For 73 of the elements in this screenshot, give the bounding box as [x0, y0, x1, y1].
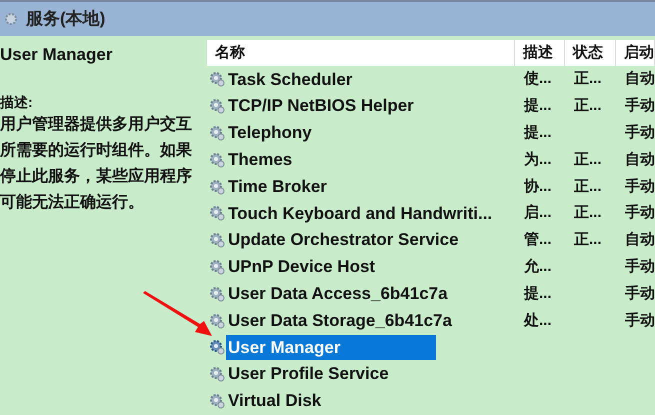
column-header[interactable]: 描述 [515, 40, 566, 66]
service-row[interactable]: User Data Access_6b41c7a 提... 手动 [207, 280, 655, 308]
service-name-cell-text: Virtual Disk [227, 390, 322, 412]
service-name-cell-text: Touch Keyboard and Handwriti... [227, 202, 492, 225]
description-cell: 处... [524, 312, 552, 329]
gear-icon [4, 12, 18, 26]
service-row[interactable]: User Manager [207, 334, 655, 361]
status-cell: 正... [574, 70, 602, 88]
gear-icon [209, 258, 225, 275]
column-header[interactable]: 状态 [565, 40, 616, 66]
service-name-cell-text: Update Orchestrator Service [227, 229, 459, 252]
gear-icon [209, 152, 225, 168]
startup-cell: 自动 [625, 150, 655, 168]
service-name-cell: User Manager [226, 334, 436, 360]
description-cell: 管... [524, 231, 552, 248]
service-row[interactable]: User Profile Service [207, 360, 655, 388]
gear-icon [209, 98, 225, 114]
startup-cell: 自动 [625, 70, 655, 88]
service-name-cell-text: User Profile Service [227, 363, 389, 386]
description-label: 描述: [0, 93, 34, 112]
gear-icon [209, 124, 225, 141]
startup-cell: 手动 [625, 284, 655, 302]
startup-cell: 手动 [625, 178, 655, 195]
service-name-cell-text: User Data Access_6b41c7a [227, 283, 448, 306]
description-cell: 提... [524, 284, 552, 302]
service-row[interactable]: User Data Storage_6b41c7a 处... 手动 [207, 307, 655, 334]
service-name-cell-text: TCP/IP NetBIOS Helper [227, 95, 414, 118]
gear-icon [209, 286, 225, 302]
service-row[interactable]: Update Orchestrator Service 管... 正... 自动 [207, 226, 655, 254]
startup-cell: 手动 [625, 97, 655, 114]
startup-cell: 手动 [625, 124, 655, 141]
gear-icon [209, 312, 225, 329]
description-cell: 为... [524, 150, 552, 168]
service-name-cell-text: Task Scheduler [227, 68, 352, 91]
status-cell: 正... [574, 178, 602, 195]
service-row[interactable]: Virtual Disk [207, 388, 655, 414]
startup-cell: 自动 [625, 231, 655, 248]
service-name-cell-text: UPnP Device Host [227, 256, 376, 278]
column-header[interactable]: 启动 [616, 40, 655, 66]
gear-icon [209, 232, 225, 248]
startup-cell: 手动 [625, 312, 655, 329]
startup-cell: 手动 [625, 204, 655, 222]
service-name-cell-text: Themes [227, 149, 292, 172]
service-name-cell-text: Time Broker [227, 176, 327, 198]
gear-icon [209, 205, 225, 222]
service-row[interactable]: UPnP Device Host 允... 手动 [207, 254, 655, 280]
description-cell: 启... [524, 204, 552, 222]
description-cell: 提... [524, 124, 552, 141]
service-row[interactable]: Themes 为... 正... 自动 [207, 146, 655, 174]
description-cell: 协... [524, 178, 552, 195]
service-row[interactable]: Telephony 提... 手动 [207, 120, 655, 146]
status-cell: 正... [574, 231, 602, 248]
column-header[interactable]: 名称 [207, 40, 516, 66]
service-row[interactable]: Task Scheduler 使... 正... 自动 [207, 66, 655, 93]
status-cell: 正... [574, 204, 602, 222]
gear-icon [209, 339, 225, 356]
gear-icon [209, 366, 225, 382]
service-name-cell-text: User Data Storage_6b41c7a [227, 310, 452, 332]
service-name: User Manager [0, 44, 114, 66]
status-cell: 正... [574, 150, 602, 168]
gear-icon [209, 392, 225, 409]
service-row[interactable]: Time Broker 协... 正... 手动 [207, 173, 655, 200]
service-name-cell-text: Telephony [227, 122, 312, 144]
window-title: 服务(本地) [26, 8, 106, 30]
gear-icon [209, 71, 225, 88]
description-cell: 使... [524, 70, 552, 88]
description-cell: 允... [524, 258, 552, 275]
startup-cell: 手动 [625, 258, 655, 275]
service-row[interactable]: Touch Keyboard and Handwriti... 启... 正... 手动 [207, 200, 655, 227]
description-cell: 提... [524, 97, 552, 114]
gear-icon [209, 178, 225, 195]
service-row[interactable]: TCP/IP NetBIOS Helper 提... 正... 手动 [207, 92, 655, 120]
status-cell: 正... [574, 97, 602, 114]
